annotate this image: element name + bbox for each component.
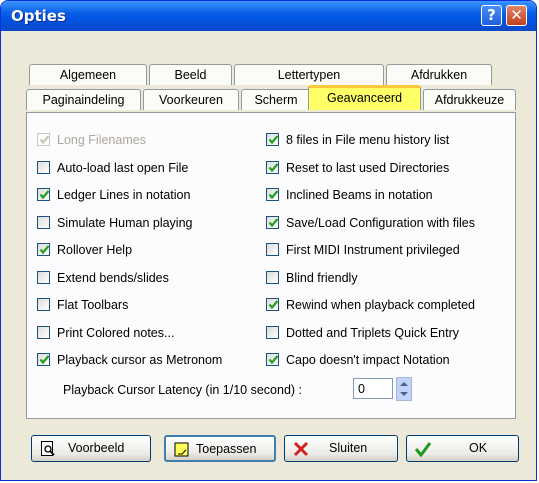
ok-label: OK	[469, 441, 488, 455]
advanced-options-panel	[26, 112, 516, 419]
checkbox-checked[interactable]	[266, 353, 279, 366]
checkmark-icon	[268, 300, 279, 310]
option-label: Rewind when playback completed	[286, 298, 475, 312]
checkbox-checked[interactable]	[266, 133, 279, 146]
tab-paginaindeling[interactable]: Paginaindeling	[26, 89, 141, 110]
ok-button[interactable]: OK	[406, 435, 519, 462]
red-x-icon	[293, 441, 309, 457]
checkmark-icon	[39, 245, 50, 255]
tab-voorkeuren[interactable]: Voorkeuren	[143, 89, 239, 110]
option-label: Print Colored notes...	[57, 325, 175, 340]
option-label: First MIDI Instrument privileged	[286, 243, 460, 257]
latency-input[interactable]	[353, 378, 393, 399]
checkmark-icon	[268, 355, 279, 365]
checkmark-icon	[39, 355, 50, 365]
latency-label: Playback Cursor Latency (in 1/10 second)…	[63, 383, 303, 397]
options-dialog: Opties ? ✕ Algemeen Beeld Lettertypen Afdru…	[0, 0, 537, 481]
checkmark-icon	[39, 190, 50, 200]
checkbox-unchecked[interactable]	[37, 298, 50, 311]
apply-button[interactable]: Toepassen	[164, 435, 276, 462]
preview-button[interactable]: Voorbeeld	[31, 435, 151, 462]
checkbox-checked[interactable]	[266, 188, 279, 201]
tab-lettertypen[interactable]: Lettertypen	[234, 64, 384, 85]
checkbox-checked[interactable]	[266, 160, 279, 174]
option-label: Dotted and Triplets Quick Entry	[286, 325, 459, 340]
option-label: Reset to last used Directories	[286, 160, 450, 175]
apply-label: Toepassen	[196, 442, 257, 456]
checkmark-icon	[268, 135, 279, 145]
preview-label: Voorbeeld	[68, 441, 125, 455]
checkbox-unchecked[interactable]	[37, 215, 50, 229]
option-label: Auto-load last open File	[57, 160, 189, 175]
tab-beeld[interactable]: Beeld	[149, 64, 232, 85]
apply-note-icon	[174, 442, 189, 457]
option-label: Blind friendly	[286, 270, 358, 285]
checkbox-checked[interactable]	[37, 243, 50, 256]
tab-algemeen[interactable]: Algemeen	[29, 64, 147, 85]
title-bar[interactable]: Opties ? ✕	[1, 1, 536, 31]
tab-afdrukken[interactable]: Afdrukken	[386, 64, 492, 85]
close-window-button[interactable]: ✕	[506, 5, 527, 26]
dialog-title: Opties	[11, 7, 66, 25]
checkbox-unchecked[interactable]	[266, 270, 279, 284]
checkbox-checked[interactable]	[37, 353, 50, 366]
checkmark-icon	[268, 162, 279, 172]
tab-afdrukkeuze[interactable]: Afdrukkeuze	[423, 89, 516, 110]
checkbox-checked[interactable]	[266, 298, 279, 311]
checkbox-checked[interactable]	[266, 215, 279, 229]
checkbox-unchecked[interactable]	[37, 160, 50, 174]
option-label: Long Filenames	[57, 133, 146, 147]
spin-down-icon[interactable]	[400, 392, 408, 396]
checkbox-unchecked[interactable]	[37, 270, 50, 284]
tab-geavanceerd[interactable]: Geavanceerd	[308, 85, 421, 110]
checkbox-checked	[37, 133, 50, 146]
checkbox-unchecked[interactable]	[37, 325, 50, 339]
close-label: Sluiten	[329, 441, 368, 455]
spin-up-icon[interactable]	[400, 382, 408, 386]
page-preview-icon	[41, 441, 55, 456]
option-label: Flat Toolbars	[57, 298, 129, 312]
green-check-icon	[415, 442, 431, 457]
option-label: Capo doesn't impact Notation	[286, 353, 450, 367]
option-label: Save/Load Configuration with files	[286, 215, 476, 230]
option-label: Playback cursor as Metronom	[57, 353, 223, 367]
option-label: Rollover Help	[57, 243, 133, 257]
checkbox-unchecked[interactable]	[266, 325, 279, 339]
checkmark-icon	[39, 135, 50, 145]
close-button[interactable]: Sluiten	[284, 435, 398, 462]
option-label: Extend bends/slides	[57, 270, 169, 285]
option-label: Simulate Human playing	[57, 215, 193, 230]
checkbox-checked[interactable]	[37, 188, 50, 201]
checkmark-icon	[268, 190, 279, 200]
help-button[interactable]: ?	[481, 5, 502, 26]
checkbox-unchecked[interactable]	[266, 243, 279, 256]
option-label: 8 files in File menu history list	[286, 133, 450, 147]
checkmark-icon	[268, 217, 279, 227]
option-label: Inclined Beams in notation	[286, 188, 433, 202]
tab-scherm[interactable]: Scherm	[241, 89, 311, 110]
option-label: Ledger Lines in notation	[57, 188, 191, 202]
latency-spinner[interactable]	[396, 377, 412, 401]
